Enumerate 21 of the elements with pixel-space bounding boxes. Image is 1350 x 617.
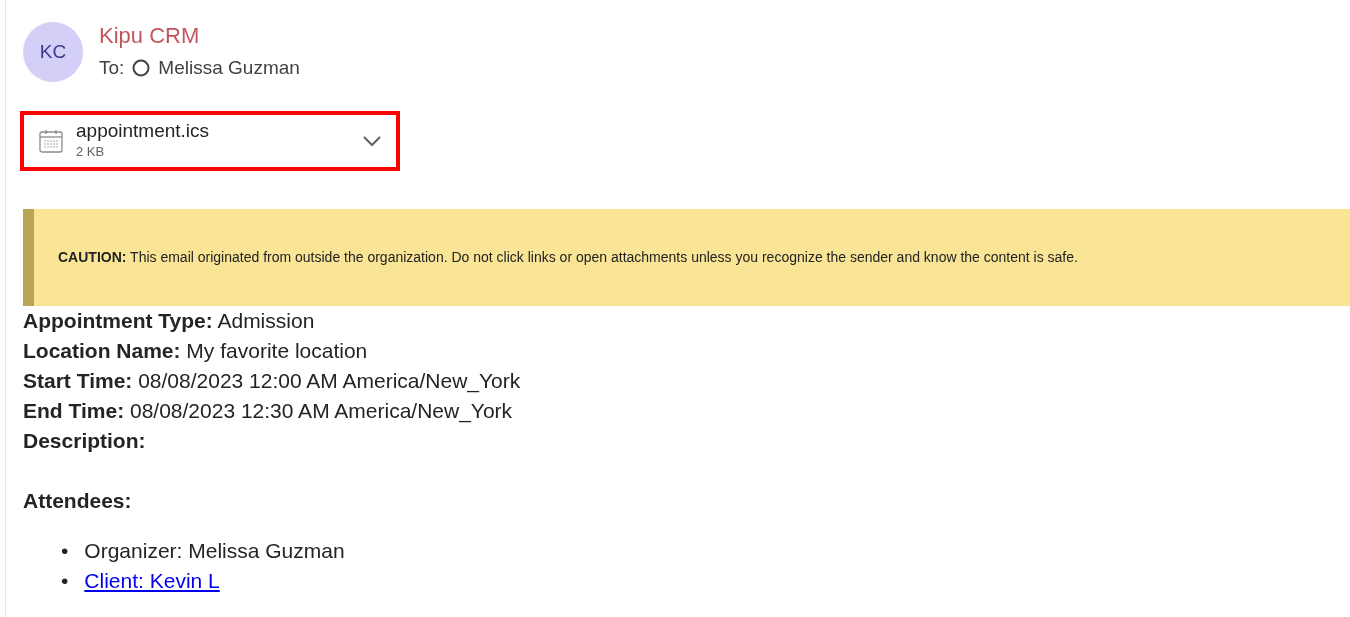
- to-label: To:: [99, 56, 125, 80]
- avatar: KC: [23, 22, 83, 82]
- description-label: Description:: [23, 427, 147, 454]
- chevron-down-icon[interactable]: [362, 134, 382, 147]
- attachment-card[interactable]: appointment.ics 2 KB: [20, 110, 400, 171]
- recipient-name[interactable]: Melissa Guzman: [158, 54, 300, 83]
- file-name: appointment.ics: [76, 119, 211, 142]
- detail-line: Appointment Type: Admission: [23, 307, 316, 334]
- attendee-link[interactable]: Client: Kevin L: [84, 565, 220, 596]
- bullet: •: [61, 567, 69, 594]
- attendee-text: Organizer: Melissa Guzman: [84, 537, 345, 564]
- detail-line: End Time: 08/08/2023 12:30 AM America/New_York: [23, 397, 514, 425]
- sender-name[interactable]: Kipu CRM: [99, 22, 300, 50]
- attendees-label: Attendees:: [23, 487, 133, 514]
- presence-icon: [132, 59, 151, 78]
- detail-line: Location Name: My favorite location: [23, 337, 369, 364]
- calendar-icon: [38, 127, 64, 154]
- bullet: •: [61, 537, 69, 564]
- file-size: 2 KB: [76, 142, 106, 161]
- caution-text: CAUTION: This email originated from outside the organization. Do not click links or open attachments unless you recognize the sender and know the content is safe.: [58, 247, 1079, 267]
- detail-line: Start Time: 08/08/2023 12:00 AM America/New_York: [23, 367, 522, 395]
